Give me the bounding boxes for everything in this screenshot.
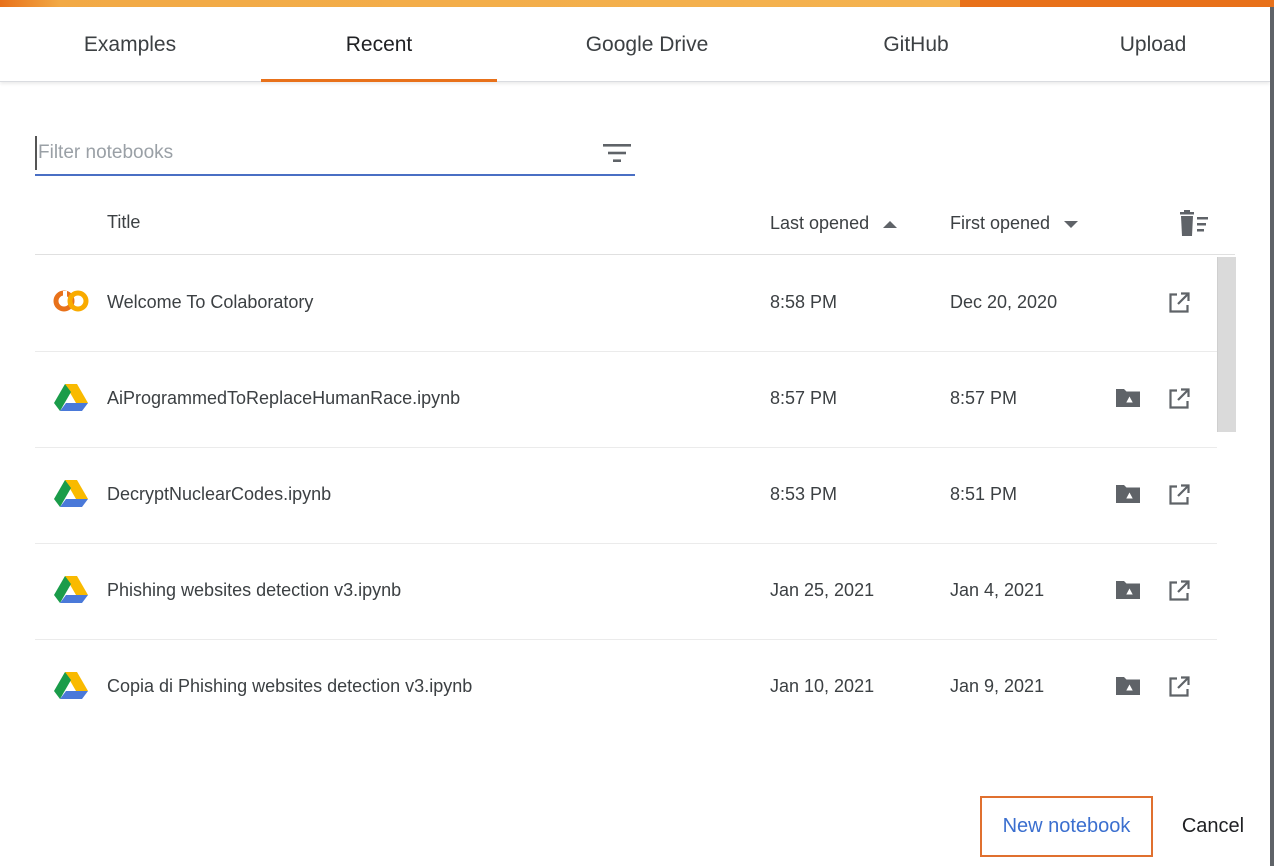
- open-in-new-tab-icon[interactable]: [1168, 676, 1190, 698]
- sort-ascending-icon: [883, 220, 898, 228]
- drive-folder-icon[interactable]: [1115, 482, 1141, 504]
- open-in-new-tab-icon[interactable]: [1168, 484, 1190, 506]
- drive-folder-icon[interactable]: [1115, 386, 1141, 408]
- drive-folder-icon[interactable]: [1115, 674, 1141, 696]
- last-opened-value: 8:57 PM: [770, 388, 838, 408]
- table-header: Title Last opened First opened: [35, 196, 1235, 255]
- table-row[interactable]: AiProgrammedToReplaceHumanRace.ipynb 8:5…: [35, 352, 1217, 448]
- column-last-opened-label: Last opened: [770, 213, 870, 233]
- window-edge: [1270, 7, 1274, 866]
- notebook-title[interactable]: Welcome To Colaboratory: [107, 292, 313, 313]
- filter-input[interactable]: [35, 136, 578, 170]
- delete-sweep-icon[interactable]: [1177, 210, 1213, 238]
- table-row[interactable]: DecryptNuclearCodes.ipynb 8:53 PM 8:51 P…: [35, 448, 1217, 544]
- tab-upload[interactable]: Upload: [1083, 7, 1223, 81]
- notebook-list: Welcome To Colaboratory 8:58 PM Dec 20, …: [35, 256, 1217, 735]
- tab-google-drive[interactable]: Google Drive: [547, 7, 747, 81]
- notebook-title[interactable]: Copia di Phishing websites detection v3.…: [107, 676, 472, 697]
- tab-recent[interactable]: Recent: [261, 7, 497, 82]
- notebook-title[interactable]: DecryptNuclearCodes.ipynb: [107, 484, 331, 505]
- open-in-new-tab-icon[interactable]: [1168, 292, 1190, 314]
- first-opened-value: Dec 20, 2020: [950, 292, 1058, 312]
- sort-descending-icon: [1064, 220, 1079, 228]
- open-notebook-dialog: Examples Recent Google Drive GitHub Uplo…: [0, 0, 1274, 866]
- tab-examples[interactable]: Examples: [40, 7, 220, 81]
- filter-list-icon[interactable]: [603, 143, 631, 163]
- notebook-title[interactable]: Phishing websites detection v3.ipynb: [107, 580, 401, 601]
- open-in-new-tab-icon[interactable]: [1168, 580, 1190, 602]
- column-first-opened-label: First opened: [950, 213, 1051, 233]
- table-row[interactable]: Welcome To Colaboratory 8:58 PM Dec 20, …: [35, 256, 1217, 352]
- column-first-opened[interactable]: First opened: [950, 213, 1079, 234]
- google-drive-icon: [53, 574, 89, 604]
- filter-field: [35, 136, 635, 176]
- notebook-title[interactable]: AiProgrammedToReplaceHumanRace.ipynb: [107, 388, 460, 409]
- tab-github[interactable]: GitHub: [836, 7, 996, 81]
- last-opened-value: 8:58 PM: [770, 292, 838, 312]
- google-drive-icon: [53, 382, 89, 412]
- new-notebook-button[interactable]: New notebook: [980, 796, 1153, 857]
- first-opened-value: Jan 4, 2021: [950, 580, 1045, 600]
- google-drive-icon: [53, 478, 89, 508]
- first-opened-value: Jan 9, 2021: [950, 676, 1045, 696]
- table-row[interactable]: Phishing websites detection v3.ipynb Jan…: [35, 544, 1217, 640]
- first-opened-value: 8:51 PM: [950, 484, 1018, 504]
- tab-bar: Examples Recent Google Drive GitHub Uplo…: [0, 7, 1270, 82]
- top-accent-bar: [0, 0, 1274, 7]
- table-row[interactable]: Copia di Phishing websites detection v3.…: [35, 640, 1217, 735]
- scrollbar-thumb[interactable]: [1217, 257, 1236, 432]
- open-in-new-tab-icon[interactable]: [1168, 388, 1190, 410]
- drive-folder-icon[interactable]: [1115, 578, 1141, 600]
- google-drive-icon: [53, 670, 89, 700]
- column-last-opened[interactable]: Last opened: [770, 213, 898, 234]
- first-opened-value: 8:57 PM: [950, 388, 1018, 408]
- last-opened-value: 8:53 PM: [770, 484, 838, 504]
- last-opened-value: Jan 10, 2021: [770, 676, 875, 696]
- cancel-button[interactable]: Cancel: [1168, 796, 1258, 857]
- column-title: Title: [107, 212, 141, 232]
- last-opened-value: Jan 25, 2021: [770, 580, 875, 600]
- colab-logo-icon: [53, 286, 89, 316]
